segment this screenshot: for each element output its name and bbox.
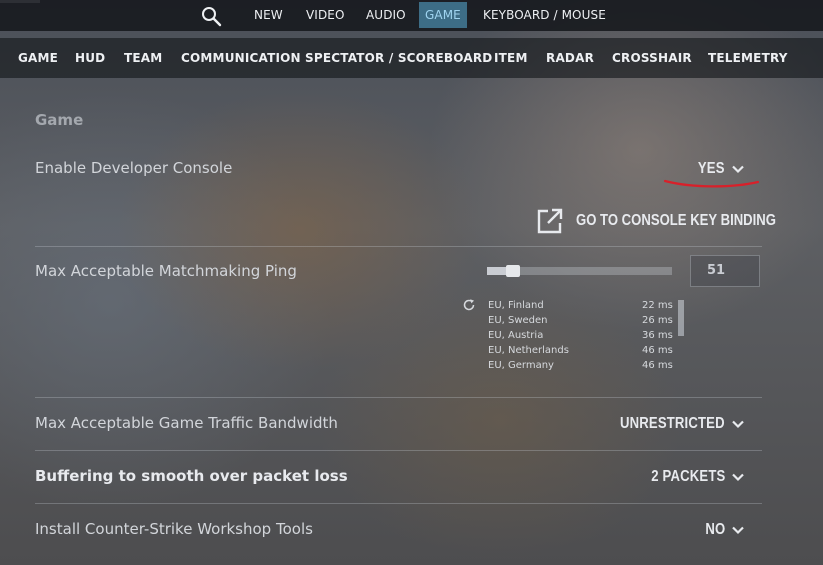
workshop-tools-dropdown[interactable]: NO: [701, 518, 745, 542]
sub-tab-game[interactable]: GAME: [18, 51, 58, 65]
server-list-scrollbar[interactable]: [678, 300, 684, 336]
slider-thumb[interactable]: [506, 265, 520, 277]
top-tab-new[interactable]: NEW: [254, 6, 283, 28]
sub-tab-hud[interactable]: HUD: [75, 51, 105, 65]
max-ping-value-field[interactable]: 51: [690, 255, 760, 287]
buffering-label: Buffering to smooth over packet loss: [35, 467, 348, 485]
server-ping: 46 ms: [642, 360, 673, 371]
top-tab-audio[interactable]: AUDIO: [366, 6, 406, 28]
server-row: EU, Austria 36 ms: [488, 329, 678, 344]
divider: [35, 246, 762, 247]
divider: [35, 450, 762, 451]
bandwidth-dropdown[interactable]: UNRESTRICTED: [597, 412, 745, 436]
server-row: EU, Finland 22 ms: [488, 299, 678, 314]
server-row: EU, Netherlands 46 ms: [488, 344, 678, 359]
sub-tab-crosshair[interactable]: CROSSHAIR: [612, 51, 692, 65]
search-icon: [202, 7, 222, 27]
buffering-dropdown[interactable]: 2 PACKETS: [635, 465, 745, 489]
sub-tab-radar[interactable]: RADAR: [546, 51, 594, 65]
divider: [35, 503, 762, 504]
server-name: EU, Austria: [488, 330, 544, 341]
server-ping: 36 ms: [642, 330, 673, 341]
server-row: EU, Germany 46 ms: [488, 359, 678, 374]
server-name: EU, Sweden: [488, 315, 548, 326]
workshop-tools-value: NO: [704, 521, 725, 538]
sub-tab-item[interactable]: ITEM: [494, 51, 528, 65]
corner-accent: [0, 0, 40, 3]
chevron-down-icon: [732, 165, 744, 174]
divider: [35, 397, 762, 398]
buffering-value: 2 PACKETS: [650, 468, 725, 485]
top-tab-video[interactable]: VIDEO: [306, 6, 345, 28]
server-name: EU, Netherlands: [488, 345, 569, 356]
server-ping: 22 ms: [642, 300, 673, 311]
top-tab-keyboard-mouse[interactable]: KEYBOARD / MOUSE: [483, 6, 606, 28]
search-button[interactable]: [200, 5, 224, 27]
chevron-down-icon: [732, 420, 744, 429]
external-link-icon: [537, 208, 563, 234]
console-key-binding-link[interactable]: GO TO CONSOLE KEY BINDING: [536, 207, 820, 235]
top-nav: NEW VIDEO AUDIO GAME KEYBOARD / MOUSE: [0, 0, 823, 31]
bandwidth-value: UNRESTRICTED: [620, 415, 725, 432]
server-row: EU, Sweden 26 ms: [488, 314, 678, 329]
server-name: EU, Germany: [488, 360, 554, 371]
top-tab-game[interactable]: GAME: [419, 2, 467, 28]
workshop-tools-label: Install Counter-Strike Workshop Tools: [35, 520, 313, 538]
developer-console-label: Enable Developer Console: [35, 159, 233, 177]
server-ping-list: EU, Finland 22 ms EU, Sweden 26 ms EU, A…: [488, 299, 678, 374]
sub-tab-telemetry[interactable]: TELEMETRY: [708, 51, 788, 65]
chevron-down-icon: [732, 473, 744, 482]
refresh-icon[interactable]: [462, 298, 476, 312]
max-ping-label: Max Acceptable Matchmaking Ping: [35, 262, 297, 280]
sub-tab-communication[interactable]: COMMUNICATION: [181, 51, 301, 65]
chevron-down-icon: [732, 526, 744, 535]
bandwidth-label: Max Acceptable Game Traffic Bandwidth: [35, 414, 338, 432]
section-title: Game: [35, 111, 84, 129]
console-key-binding-label: GO TO CONSOLE KEY BINDING: [576, 212, 776, 229]
max-ping-slider[interactable]: [487, 265, 672, 277]
server-name: EU, Finland: [488, 300, 544, 311]
sub-tab-team[interactable]: TEAM: [124, 51, 162, 65]
red-underline-annotation: [663, 179, 760, 188]
sub-tab-spectator-scoreboard[interactable]: SPECTATOR / SCOREBOARD: [305, 51, 492, 65]
server-ping: 26 ms: [642, 315, 673, 326]
server-ping: 46 ms: [642, 345, 673, 356]
